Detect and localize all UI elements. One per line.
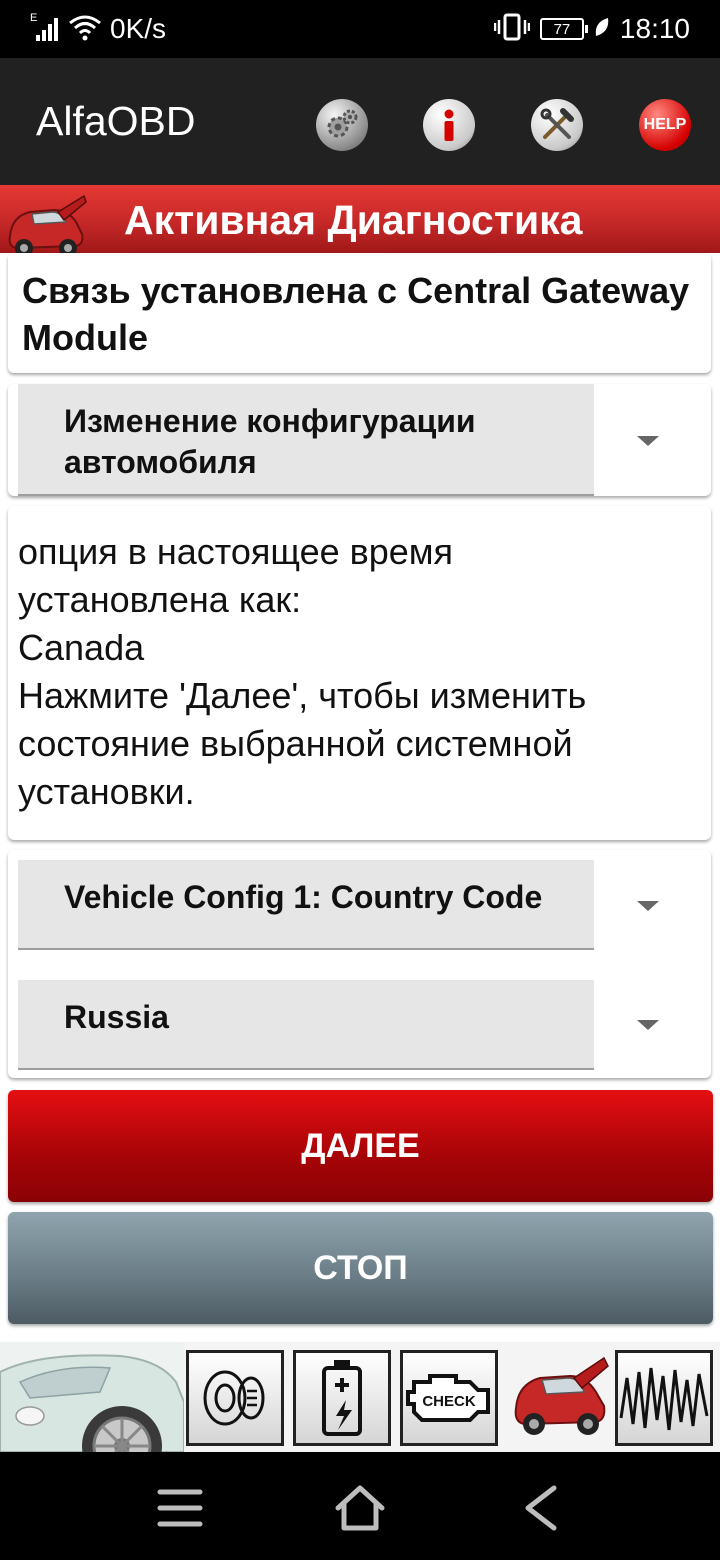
navigation-bar (0, 1452, 720, 1560)
menu-icon[interactable] (152, 1480, 208, 1536)
network-type: E (30, 12, 37, 24)
battery-indicator: 77 (539, 18, 588, 40)
gear-icon[interactable] (316, 99, 368, 151)
battery-level: 77 (553, 20, 571, 38)
info-icon[interactable] (423, 99, 475, 151)
help-label: HELP (643, 116, 687, 133)
chevron-down-icon[interactable] (637, 436, 659, 446)
wifi-icon (68, 13, 102, 46)
next-button-label: ДАЛЕЕ (301, 1126, 420, 1165)
next-button[interactable]: ДАЛЕЕ (8, 1090, 713, 1202)
battery-icon[interactable] (293, 1350, 391, 1446)
screen-title: Активная Диагностика (124, 197, 583, 243)
clock: 18:10 (619, 13, 690, 44)
screen-header: Активная Диагностика (0, 185, 720, 253)
car-hood-icon[interactable] (508, 1346, 612, 1450)
back-icon[interactable] (512, 1480, 568, 1536)
parameter-select[interactable]: Vehicle Config 1: Country Code (18, 860, 594, 950)
shortcut-strip: CHECK (0, 1342, 720, 1486)
check-engine-icon[interactable]: CHECK (400, 1350, 498, 1446)
connection-card: Связь установлена с Central Gateway Modu… (8, 253, 711, 373)
car-icon (4, 190, 88, 262)
status-bar: E 0K/s 77 18:10 (0, 0, 720, 58)
key-icon[interactable] (186, 1350, 284, 1446)
chevron-down-icon[interactable] (637, 901, 659, 911)
help-icon[interactable]: HELP (639, 99, 691, 151)
waveform-icon[interactable] (615, 1350, 713, 1446)
net-speed: 0K/s (110, 13, 167, 44)
status-left: E 0K/s (30, 10, 166, 48)
signal-icon: E (30, 11, 60, 48)
options-card: Vehicle Config 1: Country Code Russia (8, 850, 711, 1078)
status-right: 77 18:10 (493, 10, 690, 48)
tools-icon[interactable] (531, 99, 583, 151)
car-banner (0, 1342, 185, 1486)
value-select-value: Russia (64, 999, 169, 1035)
message-text: опция в настоящее время установлена как:… (18, 531, 587, 812)
vibrate-icon (493, 12, 531, 47)
leaf-icon (594, 16, 610, 43)
function-select-value: Изменение конфигурации автомобиля (64, 403, 476, 480)
connection-status: Связь установлена с Central Gateway Modu… (22, 270, 690, 358)
chevron-down-icon[interactable] (637, 1020, 659, 1030)
function-card: Изменение конфигурации автомобиля (8, 384, 711, 496)
stop-button[interactable]: СТОП (8, 1212, 713, 1324)
home-icon[interactable] (332, 1480, 388, 1536)
stop-button-label: СТОП (313, 1248, 408, 1287)
app-bar: AlfaOBD HELP (0, 58, 720, 185)
app-title: AlfaOBD (36, 98, 196, 144)
message-card: опция в настоящее время установлена как:… (8, 506, 711, 840)
value-select[interactable]: Russia (18, 980, 594, 1070)
parameter-select-value: Vehicle Config 1: Country Code (64, 879, 543, 915)
check-label: CHECK (422, 1393, 476, 1410)
function-select[interactable]: Изменение конфигурации автомобиля (18, 384, 594, 496)
